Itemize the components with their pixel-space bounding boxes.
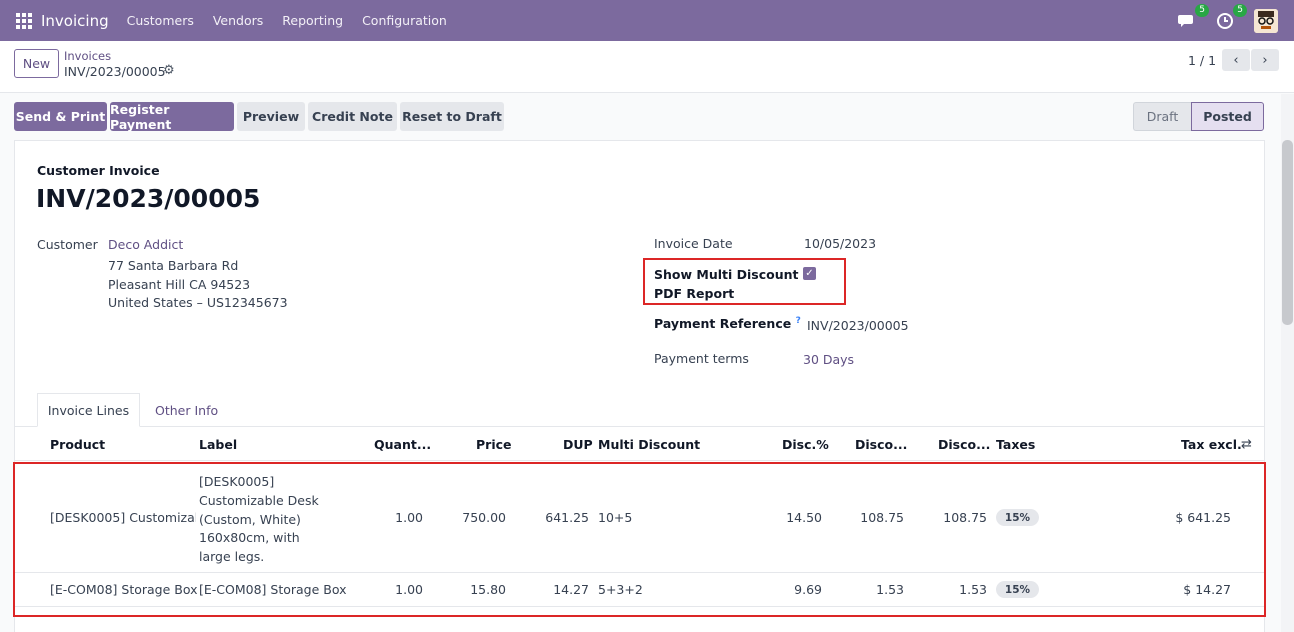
- user-avatar[interactable]: [1254, 8, 1278, 33]
- menu-configuration[interactable]: Configuration: [362, 13, 447, 28]
- invoice-lines-highlight: [13, 462, 1266, 617]
- column-header-taxes[interactable]: Taxes: [996, 437, 1035, 452]
- customer-address-line-2: Pleasant Hill CA 94523: [108, 277, 251, 292]
- customer-address-line-3: United States – US12345673: [108, 295, 288, 310]
- customer-name-link[interactable]: Deco Addict: [108, 237, 183, 252]
- column-header-disc-pct[interactable]: Disc.%: [782, 437, 829, 452]
- column-header-product[interactable]: Product: [50, 437, 105, 452]
- column-header-multi-discount[interactable]: Multi Discount: [598, 437, 700, 452]
- menu-customers[interactable]: Customers: [127, 13, 194, 28]
- register-payment-button[interactable]: Register Payment: [110, 102, 234, 132]
- customer-address-line-1: 77 Santa Barbara Rd: [108, 258, 239, 273]
- column-settings-icon[interactable]: ⇄: [1241, 437, 1252, 452]
- activity-badge: 5: [1233, 3, 1247, 17]
- tab-other-info[interactable]: Other Info: [155, 393, 218, 427]
- reset-draft-button[interactable]: Reset to Draft: [400, 102, 504, 131]
- send-print-button[interactable]: Send & Print: [14, 102, 107, 131]
- status-draft[interactable]: Draft: [1133, 102, 1191, 131]
- invoice-number-title: INV/2023/00005: [36, 184, 261, 213]
- column-header-tax-excl[interactable]: Tax excl.: [1181, 437, 1242, 452]
- apps-menu-icon[interactable]: [16, 12, 32, 29]
- multi-discount-label-line-1: Show Multi Discount In: [654, 267, 817, 282]
- customer-label: Customer: [37, 237, 98, 252]
- column-header-discount-1[interactable]: Disco...: [855, 437, 907, 452]
- payment-terms-field[interactable]: 30 Days: [803, 352, 854, 367]
- gear-icon[interactable]: ⚙: [163, 63, 175, 78]
- status-posted[interactable]: Posted: [1191, 102, 1264, 131]
- tab-invoice-lines[interactable]: Invoice Lines: [37, 393, 140, 427]
- payment-reference-label: Payment Reference ?: [654, 316, 801, 331]
- payment-reference-field[interactable]: INV/2023/00005: [807, 318, 909, 333]
- column-header-label[interactable]: Label: [199, 437, 237, 452]
- multi-discount-label-line-2: PDF Report: [654, 286, 735, 301]
- column-header-price[interactable]: Price: [476, 437, 512, 452]
- new-button[interactable]: New: [14, 49, 59, 78]
- document-type: Customer Invoice: [37, 163, 160, 178]
- payment-reference-label-text: Payment Reference: [654, 316, 792, 332]
- invoice-date-label: Invoice Date: [654, 236, 733, 251]
- control-panel: New Invoices INV/2023/00005 ⚙ 1 / 1 ‹ ›: [0, 41, 1294, 93]
- help-icon[interactable]: ?: [796, 316, 801, 326]
- messages-badge: 5: [1195, 3, 1209, 17]
- top-navbar: Invoicing Customers Vendors Reporting Co…: [0, 0, 1294, 41]
- app-name[interactable]: Invoicing: [41, 12, 109, 30]
- column-header-dup[interactable]: DUP: [563, 437, 593, 452]
- header-divider: [15, 460, 1265, 461]
- column-header-discount-2[interactable]: Disco...: [938, 437, 990, 452]
- messages-icon[interactable]: 5: [1178, 3, 1209, 31]
- pager-next-button[interactable]: ›: [1251, 49, 1279, 71]
- invoice-date-field[interactable]: 10/05/2023: [804, 236, 876, 251]
- credit-note-button[interactable]: Credit Note: [308, 102, 397, 131]
- multi-discount-checkbox[interactable]: ✓: [803, 267, 816, 280]
- breadcrumb-parent[interactable]: Invoices: [64, 49, 111, 63]
- payment-terms-label: Payment terms: [654, 351, 749, 366]
- column-header-quantity[interactable]: Quant...: [374, 437, 431, 452]
- menu-reporting[interactable]: Reporting: [282, 13, 343, 28]
- pager-prev-button[interactable]: ‹: [1222, 49, 1250, 71]
- breadcrumb-current: INV/2023/00005: [64, 64, 166, 79]
- activity-clock-icon[interactable]: 5: [1216, 3, 1247, 31]
- scrollbar-thumb[interactable]: [1282, 140, 1293, 325]
- menu-vendors[interactable]: Vendors: [213, 13, 263, 28]
- pager-value[interactable]: 1 / 1: [1188, 53, 1216, 68]
- preview-button[interactable]: Preview: [237, 102, 305, 131]
